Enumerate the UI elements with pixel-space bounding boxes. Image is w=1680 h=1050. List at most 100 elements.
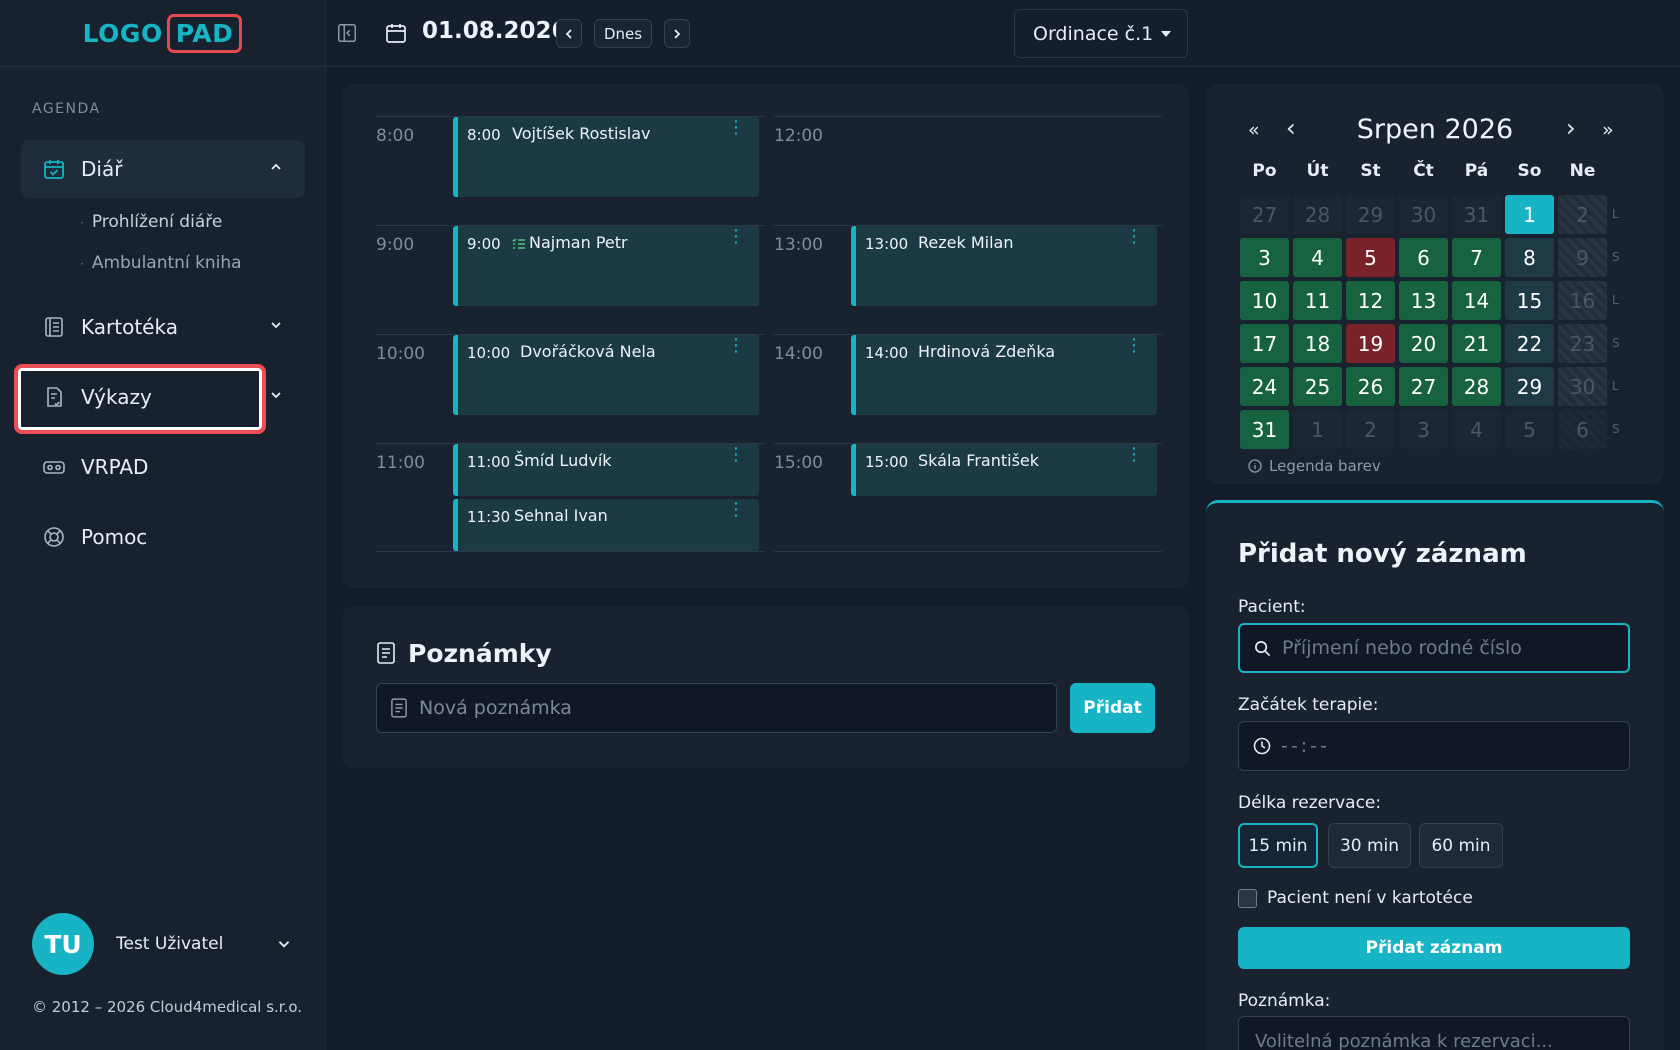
calendar-day[interactable]: 9 xyxy=(1558,238,1607,277)
calendar-day[interactable]: 30 xyxy=(1558,367,1607,406)
time-slot[interactable]: 13:00 13:00 Rezek Milan ⋮ xyxy=(774,225,1162,334)
appointment[interactable]: 8:00 Vojtíšek Rostislav ⋮ xyxy=(453,117,759,197)
appointment[interactable]: 11:30 Sehnal Ivan ⋮ xyxy=(453,499,759,551)
add-note-button[interactable]: Přidat xyxy=(1070,683,1155,733)
calendar-day[interactable]: 19 xyxy=(1346,324,1395,363)
calendar-day[interactable]: 22 xyxy=(1505,324,1554,363)
calendar-day[interactable]: 14 xyxy=(1452,281,1501,320)
logo[interactable]: LOGO PAD xyxy=(83,13,243,53)
kebab-menu-icon[interactable]: ⋮ xyxy=(1125,337,1143,355)
calendar-day[interactable]: 24 xyxy=(1240,367,1289,406)
patient-search-input[interactable]: Příjmení nebo rodné číslo xyxy=(1238,623,1630,673)
calendar-day[interactable]: 10 xyxy=(1240,281,1289,320)
calendar-day[interactable]: 3 xyxy=(1240,238,1289,277)
kebab-menu-icon[interactable]: ⋮ xyxy=(727,446,745,464)
calendar-day[interactable]: 21 xyxy=(1452,324,1501,363)
appointment[interactable]: 10:00 Dvořáčková Nela ⋮ xyxy=(453,335,759,415)
sidebar-subitem-ambulantni[interactable]: · Ambulantní kniha xyxy=(80,253,242,273)
calendar-day[interactable]: 15 xyxy=(1505,281,1554,320)
calendar-day[interactable]: 5 xyxy=(1346,238,1395,277)
calendar-day[interactable]: 20 xyxy=(1399,324,1448,363)
duration-15-button[interactable]: 15 min xyxy=(1238,823,1318,868)
appointment[interactable]: 11:00 Šmíd Ludvík ⋮ xyxy=(453,444,759,496)
sidebar-collapse-icon[interactable] xyxy=(336,22,358,44)
next-month-button[interactable]: › xyxy=(1566,114,1576,142)
calendar-day[interactable]: 28 xyxy=(1293,195,1342,234)
calendar-day[interactable]: 16 xyxy=(1558,281,1607,320)
time-slot[interactable]: 10:00 10:00 Dvořáčková Nela ⋮ xyxy=(376,334,764,443)
today-button[interactable]: Dnes xyxy=(594,19,652,48)
prev-day-button[interactable] xyxy=(556,19,582,48)
duration-30-button[interactable]: 30 min xyxy=(1328,823,1411,868)
sidebar-item-vrpad[interactable]: VRPAD xyxy=(21,438,305,496)
time-slot[interactable]: 15:00 15:00 Skála František ⋮ xyxy=(774,443,1162,552)
calendar-day[interactable]: 2 xyxy=(1346,410,1395,449)
calendar-day[interactable]: 25 xyxy=(1293,367,1342,406)
appointment[interactable]: 13:00 Rezek Milan ⋮ xyxy=(851,226,1157,306)
calendar-day[interactable]: 31 xyxy=(1240,410,1289,449)
not-in-registry-checkbox[interactable] xyxy=(1238,888,1257,908)
next-day-button[interactable] xyxy=(664,19,690,48)
weekday-label: St xyxy=(1360,161,1381,181)
current-date[interactable]: 01.08.2026 xyxy=(422,18,568,44)
kebab-menu-icon[interactable]: ⋮ xyxy=(727,119,745,137)
calendar-day[interactable]: 3 xyxy=(1399,410,1448,449)
sidebar-item-vykazy[interactable]: Výkazy xyxy=(21,368,305,426)
calendar-day[interactable]: 2 xyxy=(1558,195,1607,234)
kebab-menu-icon[interactable]: ⋮ xyxy=(1125,446,1143,464)
calendar-day[interactable]: 29 xyxy=(1505,367,1554,406)
therapy-start-input[interactable]: --:-- xyxy=(1238,721,1630,771)
calendar-day[interactable]: 5 xyxy=(1505,410,1554,449)
time-slot[interactable]: 14:00 14:00 Hrdinová Zdeňka ⋮ xyxy=(774,334,1162,443)
time-slot[interactable]: 9:00 9:00 Najman Petr ⋮ xyxy=(376,225,764,334)
calendar-day[interactable]: 28 xyxy=(1452,367,1501,406)
calendar-day[interactable]: 4 xyxy=(1452,410,1501,449)
appointment-patient: Sehnal Ivan xyxy=(514,506,608,525)
time-slot[interactable]: 12:00 xyxy=(774,116,1162,225)
new-note-input[interactable]: Nová poznámka xyxy=(376,683,1057,733)
kebab-menu-icon[interactable]: ⋮ xyxy=(1125,228,1143,246)
appointment[interactable]: 9:00 Najman Petr ⋮ xyxy=(453,226,759,306)
sidebar-item-diar[interactable]: Diář xyxy=(21,140,305,198)
calendar-day[interactable]: 27 xyxy=(1240,195,1289,234)
sidebar-item-pomoc[interactable]: Pomoc xyxy=(21,508,305,566)
time-slot[interactable]: 11:00 11:00 Šmíd Ludvík ⋮ 11:30 Sehnal I… xyxy=(376,443,764,552)
calendar-day[interactable]: 6 xyxy=(1558,410,1607,449)
kebab-menu-icon[interactable]: ⋮ xyxy=(727,337,745,355)
calendar-day[interactable]: 12 xyxy=(1346,281,1395,320)
calendar-day[interactable]: 4 xyxy=(1293,238,1342,277)
calendar-day[interactable]: 1 xyxy=(1505,195,1554,234)
calendar-icon[interactable] xyxy=(384,21,408,45)
calendar-day[interactable]: 11 xyxy=(1293,281,1342,320)
calendar-day[interactable]: 31 xyxy=(1452,195,1501,234)
kebab-menu-icon[interactable]: ⋮ xyxy=(727,501,745,519)
sidebar-subitem-prohlizeni[interactable]: · Prohlížení diáře xyxy=(80,212,222,232)
not-in-registry-row[interactable]: Pacient není v kartotéce xyxy=(1238,888,1473,908)
calendar-day[interactable]: 29 xyxy=(1346,195,1395,234)
color-legend-link[interactable]: Legenda barev xyxy=(1248,457,1381,475)
kebab-menu-icon[interactable]: ⋮ xyxy=(727,228,745,246)
vr-headset-icon xyxy=(41,454,67,480)
user-menu[interactable]: TU Test Uživatel xyxy=(32,912,292,976)
calendar-day[interactable]: 1 xyxy=(1293,410,1342,449)
calendar-day[interactable]: 7 xyxy=(1452,238,1501,277)
calendar-day[interactable]: 27 xyxy=(1399,367,1448,406)
calendar-day[interactable]: 8 xyxy=(1505,238,1554,277)
calendar-day[interactable]: 18 xyxy=(1293,324,1342,363)
calendar-day[interactable]: 26 xyxy=(1346,367,1395,406)
office-select[interactable]: Ordinace č.1 xyxy=(1014,9,1188,58)
time-slot[interactable]: 8:00 8:00 Vojtíšek Rostislav ⋮ xyxy=(376,116,764,225)
add-record-button[interactable]: Přidat záznam xyxy=(1238,927,1630,969)
calendar-day[interactable]: 23 xyxy=(1558,324,1607,363)
duration-60-button[interactable]: 60 min xyxy=(1419,823,1503,868)
calendar-day[interactable]: 30 xyxy=(1399,195,1448,234)
next-year-button[interactable]: » xyxy=(1602,119,1614,141)
sidebar-item-kartoteka[interactable]: Kartotéka xyxy=(21,298,305,356)
reservation-note-input[interactable]: Volitelná poznámka k rezervaci... xyxy=(1238,1016,1630,1050)
calendar-day[interactable]: 6 xyxy=(1399,238,1448,277)
calendar-day[interactable]: 13 xyxy=(1399,281,1448,320)
topbar: 01.08.2026 Dnes Ordinace č.1 xyxy=(326,0,1680,67)
calendar-day[interactable]: 17 xyxy=(1240,324,1289,363)
appointment[interactable]: 14:00 Hrdinová Zdeňka ⋮ xyxy=(851,335,1157,415)
appointment[interactable]: 15:00 Skála František ⋮ xyxy=(851,444,1157,496)
